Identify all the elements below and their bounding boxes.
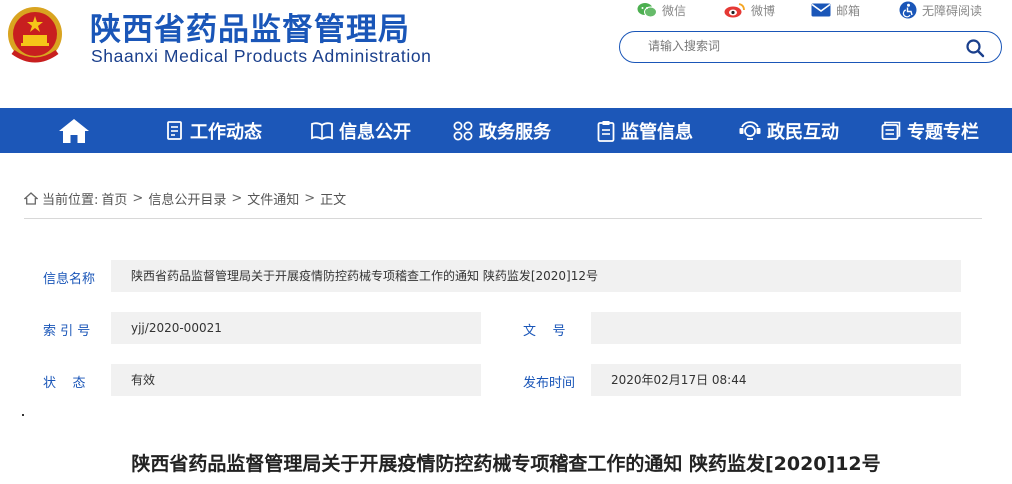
nav-item-work-news[interactable]: 工作动态: [166, 108, 262, 153]
breadcrumb-info-directory[interactable]: 信息公开目录: [148, 189, 226, 208]
wechat-link[interactable]: 微信: [637, 0, 686, 20]
nav-item-interaction[interactable]: 政民互动: [739, 108, 839, 153]
stray-dot: [22, 414, 24, 416]
weibo-label: 微博: [751, 3, 776, 18]
info-index-value: yjj/2020-00021: [111, 312, 481, 344]
mail-icon: [811, 3, 831, 17]
info-index-label: 索 引 号: [43, 324, 91, 339]
accessibility-link[interactable]: 无障碍阅读: [899, 0, 982, 20]
home-outline-icon: [24, 192, 38, 205]
breadcrumb-notices[interactable]: 文件通知: [247, 189, 299, 208]
search-icon[interactable]: [965, 38, 985, 58]
search-box: [619, 31, 1002, 63]
home-icon[interactable]: [58, 118, 90, 144]
search-input[interactable]: [648, 39, 948, 53]
nav-label: 信息公开: [339, 121, 411, 143]
article-title: 陕西省药品监督管理局关于开展疫情防控药械专项稽查工作的通知 陕药监发[2020]…: [131, 453, 881, 475]
nav-item-supervision-info[interactable]: 监管信息: [597, 108, 693, 153]
breadcrumb: 当前位置: 首页 > 信息公开目录 > 文件通知 > 正文: [24, 189, 346, 208]
info-name-value: 陕西省药品监督管理局关于开展疫情防控药械专项稽查工作的通知 陕药监发[2020]…: [111, 260, 961, 292]
breadcrumb-separator: >: [132, 191, 144, 206]
grid-circles-icon: [453, 121, 473, 140]
top-links: 微信 微博 邮箱 无障碍阅读: [0, 0, 1012, 22]
nav-label: 监管信息: [621, 121, 693, 143]
info-doc-value: [591, 312, 961, 344]
info-status-value: 有效: [111, 364, 481, 396]
nav-item-gov-service[interactable]: 政务服务: [453, 108, 551, 153]
nav-item-info-public[interactable]: 信息公开: [311, 108, 411, 153]
site-subtitle: Shaanxi Medical Products Administration: [91, 46, 432, 66]
breadcrumb-separator: >: [231, 191, 243, 206]
info-name-label: 信息名称: [43, 272, 96, 287]
clipboard-icon: [597, 120, 615, 142]
document-list-icon: [167, 120, 182, 140]
folder-icon: [881, 121, 901, 140]
breadcrumb-prefix: 当前位置:: [42, 193, 99, 208]
info-date-value: 2020年02月17日 08:44: [591, 364, 961, 396]
weibo-icon: [724, 3, 745, 18]
open-book-icon: [311, 121, 333, 140]
wechat-label: 微信: [662, 3, 687, 18]
mail-label: 邮箱: [836, 3, 861, 18]
interaction-icon: [739, 120, 761, 140]
accessibility-icon: [899, 1, 917, 19]
breadcrumb-separator: >: [304, 191, 316, 206]
wechat-icon: [637, 3, 657, 18]
info-date-label: 发布时间: [523, 376, 576, 391]
weibo-link[interactable]: 微博: [724, 0, 775, 20]
info-status-label: 状 态: [43, 376, 86, 391]
info-doc-label: 文 号: [523, 324, 566, 339]
nav-label: 政务服务: [479, 121, 551, 143]
nav-label: 工作动态: [190, 121, 262, 143]
breadcrumb-current: 正文: [320, 193, 347, 208]
nav-label: 政民互动: [767, 121, 839, 143]
nav-label: 专题专栏: [907, 121, 979, 143]
main-nav: 工作动态 信息公开 政务服务 监管信息 政民互动 专题专栏: [0, 108, 1012, 153]
accessibility-label: 无障碍阅读: [922, 3, 983, 18]
mail-link[interactable]: 邮箱: [811, 0, 860, 20]
breadcrumb-divider: [24, 218, 982, 219]
nav-item-special-topics[interactable]: 专题专栏: [881, 108, 979, 153]
breadcrumb-home[interactable]: 首页: [101, 189, 127, 208]
